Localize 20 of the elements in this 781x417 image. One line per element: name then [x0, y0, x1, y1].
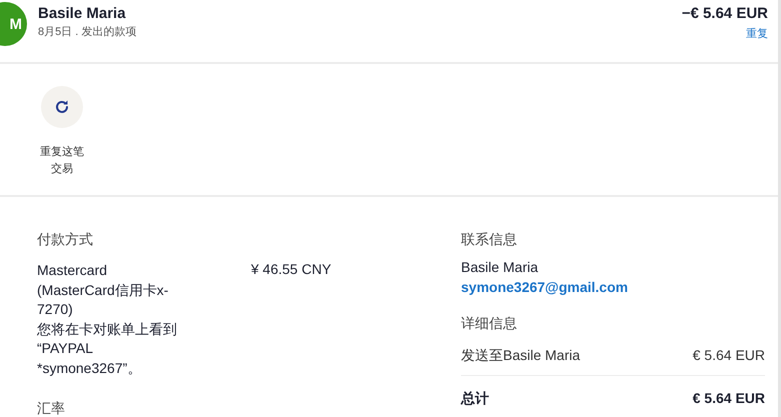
detail-value: € 5.64 EUR: [692, 390, 765, 408]
detail-value: € 5.64 EUR: [692, 347, 765, 365]
repeat-button[interactable]: [41, 86, 83, 128]
section-heading: 详细信息: [461, 315, 518, 333]
detail-label: 发送至Basile Maria: [461, 347, 580, 365]
detail-label: 总计: [461, 390, 489, 408]
transaction-amount: −€ 5.64 EUR: [682, 5, 768, 22]
contact-name: Basile Maria: [461, 259, 540, 275]
avatar: M: [0, 2, 27, 46]
section-heading: 联系信息: [461, 231, 518, 249]
transaction-subtitle: 8月5日 . 发出的款项: [38, 25, 136, 39]
payee-name: Basile Maria: [38, 5, 127, 22]
repeat-link[interactable]: 重复: [746, 26, 768, 41]
refresh-icon: [54, 99, 70, 115]
payment-method: Mastercard (MasterCard信用卡x- 7270) 您将在卡对账单上看到 “PAYPAL *symone3267”。: [37, 261, 178, 378]
section-heading: 付款方式: [37, 231, 94, 249]
email-link[interactable]: symone3267@gmail.com: [461, 279, 765, 295]
section-heading: 汇率: [37, 400, 66, 417]
payment-amount: ¥ 46.55 CNY: [251, 261, 332, 279]
action-label: 重复这笔交易: [39, 144, 85, 176]
